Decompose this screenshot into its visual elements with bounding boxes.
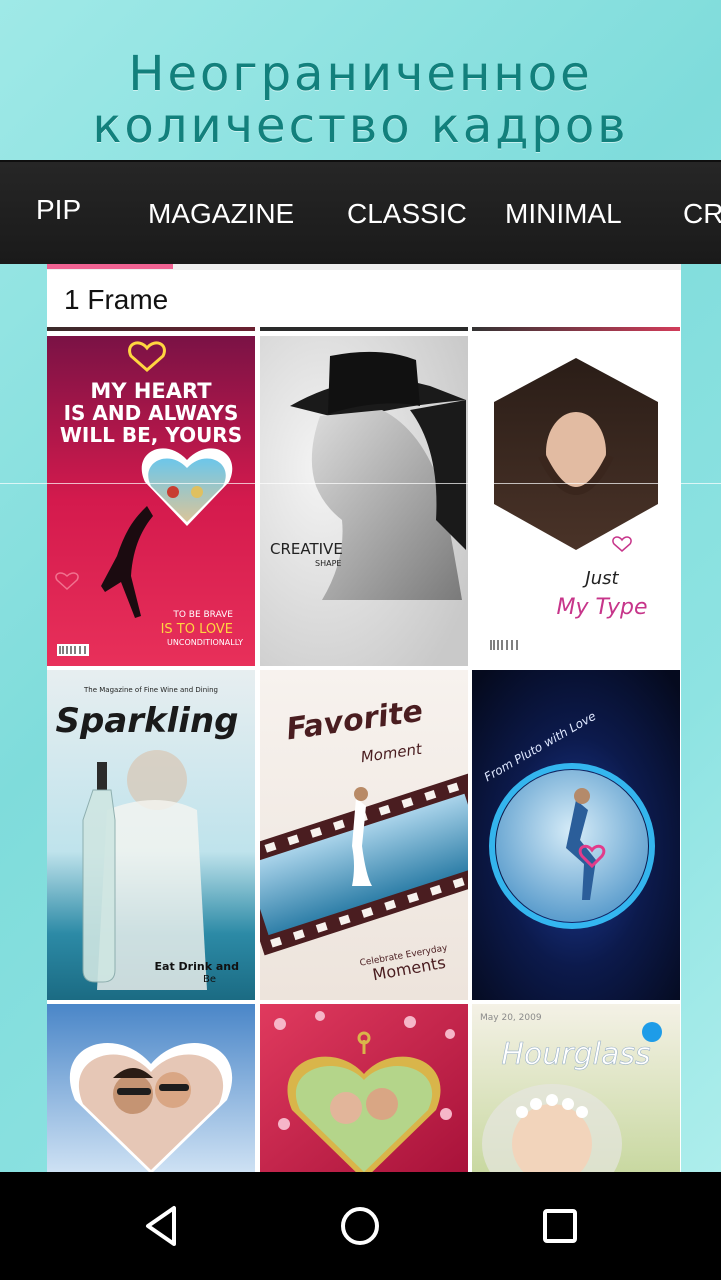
template-heading: CREATIVE bbox=[270, 540, 343, 558]
template-panel: 1 Frame MY HEART IS AND ALWAYS WILL BE, … bbox=[47, 264, 681, 1174]
promo-header: Неограниченное количество кадров bbox=[0, 0, 721, 160]
divider-line bbox=[0, 483, 721, 484]
template-thumbnail-pluto[interactable]: From Pluto with Love bbox=[472, 670, 680, 1000]
prev-row-strip bbox=[260, 327, 468, 331]
template-heading: Sparkling bbox=[56, 701, 239, 741]
promo-title-line2: количество кадров bbox=[92, 98, 629, 154]
recent-square-icon[interactable] bbox=[534, 1200, 586, 1252]
template-caption: The Magazine of Fine Wine and Dining bbox=[83, 686, 218, 694]
template-caption: Be bbox=[203, 974, 216, 985]
system-nav-bar bbox=[0, 1172, 721, 1280]
tab-creative[interactable]: CR bbox=[683, 198, 721, 230]
promo-title-line1: Неограниченное bbox=[128, 46, 593, 102]
prev-row-strip bbox=[47, 327, 255, 331]
template-heading: WILL BE, YOURS bbox=[60, 423, 242, 447]
template-thumbnail-creative-shape[interactable]: CREATIVE SHAPE bbox=[260, 336, 468, 666]
template-caption: SHAPE bbox=[315, 559, 341, 568]
template-thumbnail-sparkling[interactable]: The Magazine of Fine Wine and Dining Spa… bbox=[47, 670, 255, 1000]
template-caption: IS TO LOVE bbox=[161, 622, 233, 637]
template-heading: My Type bbox=[556, 595, 647, 620]
back-triangle-icon[interactable] bbox=[136, 1200, 188, 1252]
template-heading: Just bbox=[582, 568, 619, 589]
prev-row-strip bbox=[472, 327, 680, 331]
template-thumbnail-hourglass[interactable]: May 20, 2009 Hourglass bbox=[472, 1004, 680, 1174]
tab-classic[interactable]: CLASSIC bbox=[347, 198, 467, 230]
template-thumbnail-just-my-type[interactable]: Just My Type bbox=[472, 336, 680, 666]
template-thumbnail-couple-heart[interactable] bbox=[47, 1004, 255, 1174]
template-heading: Hourglass bbox=[501, 1037, 650, 1072]
tab-pip[interactable]: PIP bbox=[36, 194, 81, 226]
template-caption: TO BE BRAVE bbox=[172, 610, 233, 620]
template-thumbnail-heart-locket[interactable] bbox=[260, 1004, 468, 1174]
template-thumbnail-favorite-moment[interactable]: Favorite Moment Celebrate Everyday Momen… bbox=[260, 670, 468, 1000]
template-heading: IS AND ALWAYS bbox=[64, 401, 239, 425]
tab-indicator bbox=[47, 264, 173, 269]
template-thumbnail-heart[interactable]: MY HEART IS AND ALWAYS WILL BE, YOURS TO… bbox=[47, 336, 255, 666]
template-caption: Eat Drink and bbox=[155, 960, 239, 973]
tab-magazine[interactable]: MAGAZINE bbox=[148, 198, 294, 230]
template-caption: UNCONDITIONALLY bbox=[167, 638, 243, 647]
section-title: 1 Frame bbox=[64, 284, 169, 315]
home-circle-icon[interactable] bbox=[334, 1200, 386, 1252]
template-heading: MY HEART bbox=[90, 379, 212, 403]
template-caption: May 20, 2009 bbox=[480, 1013, 542, 1023]
tab-minimal[interactable]: MINIMAL bbox=[505, 198, 622, 230]
category-tab-bar: PIP MAGAZINE CLASSIC MINIMAL CR bbox=[0, 160, 721, 264]
